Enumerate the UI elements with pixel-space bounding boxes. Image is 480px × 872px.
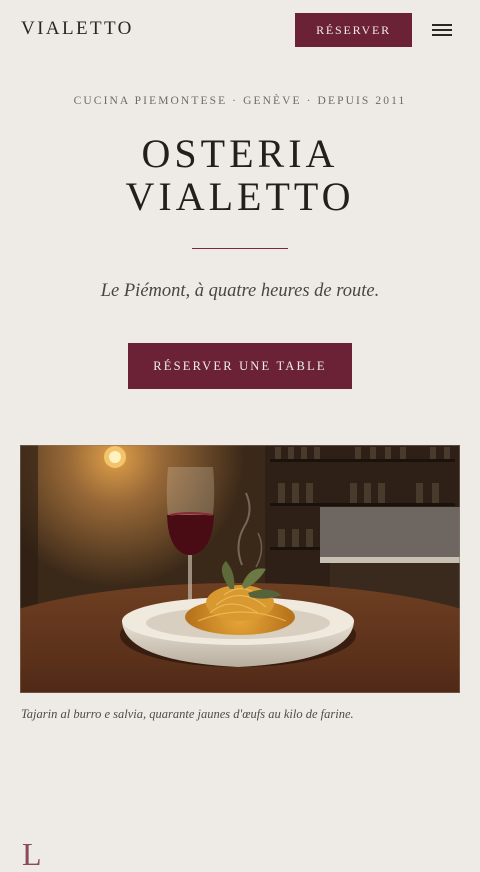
feature-photo bbox=[20, 445, 460, 693]
hero-tagline: Le Piémont, à quatre heures de route. bbox=[100, 281, 380, 301]
reserve-table-button[interactable]: RÉSERVER UNE TABLE bbox=[128, 343, 352, 389]
hero-title-line-2: VIALETTO bbox=[125, 174, 355, 219]
next-section-initial: L bbox=[22, 836, 42, 872]
reserve-button[interactable]: RÉSERVER bbox=[295, 13, 412, 47]
hero-title: OSTERIA VIALETTO bbox=[0, 132, 480, 218]
hero-eyebrow: CUCINA PIEMONTESE · GENÈVE · DEPUIS 2011 bbox=[73, 95, 407, 107]
brand-logo[interactable]: VIALETTO bbox=[21, 18, 134, 40]
site-header: VIALETTO RÉSERVER bbox=[0, 0, 480, 60]
photo-caption: Tajarin al burro e salvia, quarante jaun… bbox=[21, 707, 354, 721]
hero-title-line-1: OSTERIA bbox=[141, 131, 339, 176]
hamburger-menu-icon[interactable] bbox=[428, 20, 456, 40]
hero-divider bbox=[192, 248, 288, 249]
